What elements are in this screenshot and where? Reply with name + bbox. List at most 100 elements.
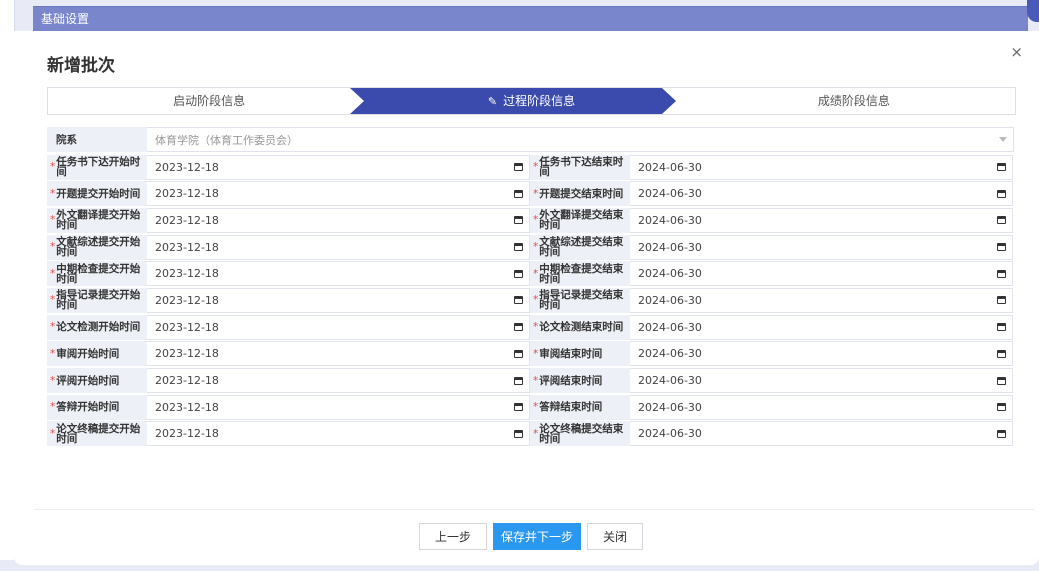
start-time-label: * 论文终稿提交开始时间 (47, 421, 147, 447)
chevron-down-icon (999, 137, 1007, 142)
required-mark: * (50, 347, 56, 360)
end-date-input[interactable]: 2024-06-30 (630, 421, 1013, 447)
start-date-input[interactable]: 2023-12-18 (147, 181, 530, 207)
required-mark: * (50, 401, 56, 414)
left-panel (0, 0, 15, 560)
end-time-label: * 审阅结束时间 (530, 341, 630, 367)
calendar-icon[interactable] (997, 429, 1006, 438)
calendar-icon[interactable] (997, 243, 1006, 252)
end-date-input[interactable]: 2024-06-30 (630, 368, 1013, 393)
calendar-icon[interactable] (514, 216, 523, 225)
calendar-icon[interactable] (514, 403, 523, 412)
end-time-label: * 文献综述提交结束时间 (530, 234, 630, 260)
date-row: * 任务书下达开始时间 2023-12-18 * 任务书下达结束时间 2024-06-30 (47, 154, 1014, 180)
footer-divider (34, 509, 1034, 510)
close-button[interactable]: 关闭 (587, 523, 644, 550)
save-next-button[interactable]: 保存并下一步 (493, 523, 582, 550)
date-row: * 指导记录提交开始时间 2023-12-18 * 指导记录提交结束时间 2024-06-… (47, 287, 1014, 313)
start-date-input[interactable]: 2023-12-18 (147, 261, 530, 287)
end-time-label: * 论文检测结束时间 (530, 314, 630, 340)
calendar-icon[interactable] (514, 243, 523, 252)
start-time-label: * 指导记录提交开始时间 (47, 287, 147, 313)
corner-decoration (1027, 0, 1039, 22)
date-row: * 论文终稿提交开始时间 2023-12-18 * 论文终稿提交结束时间 2024-06-… (47, 421, 1014, 447)
end-date-input[interactable]: 2024-06-30 (630, 341, 1013, 367)
start-time-label: * 论文检测开始时间 (47, 314, 147, 340)
close-icon[interactable]: × (1010, 43, 1023, 61)
calendar-icon[interactable] (514, 269, 523, 278)
end-date-input[interactable]: 2024-06-30 (630, 261, 1013, 287)
start-date-input[interactable]: 2023-12-18 (147, 368, 530, 393)
start-time-label: * 答辩开始时间 (47, 394, 147, 420)
department-select[interactable]: 体育学院（体育工作委员会） (147, 127, 1014, 152)
dialog-title: 新增批次 (47, 56, 115, 76)
calendar-icon[interactable] (997, 349, 1006, 358)
calendar-icon[interactable] (997, 269, 1006, 278)
end-date-input[interactable]: 2024-06-30 (630, 207, 1013, 233)
calendar-icon[interactable] (997, 296, 1006, 305)
end-date-input[interactable]: 2024-06-30 (630, 234, 1013, 260)
batch-form: 院系 体育学院（体育工作委员会） * 任务书下达开始时间 2023-12-18 * 任务… (47, 127, 1014, 448)
calendar-icon[interactable] (997, 216, 1006, 225)
required-mark: * (50, 214, 56, 227)
calendar-icon[interactable] (514, 323, 523, 332)
end-time-label: * 中期检查提交结束时间 (530, 261, 630, 287)
required-mark: * (533, 374, 539, 387)
department-row: 院系 体育学院（体育工作委员会） (47, 127, 1014, 152)
required-mark: * (50, 187, 56, 200)
start-date-input[interactable]: 2023-12-18 (147, 234, 530, 260)
required-mark: * (533, 294, 539, 307)
start-date-input[interactable]: 2023-12-18 (147, 207, 530, 233)
start-date-input[interactable]: 2023-12-18 (147, 154, 530, 180)
end-date-input[interactable]: 2024-06-30 (630, 181, 1013, 207)
start-time-label: * 文献综述提交开始时间 (47, 234, 147, 260)
step-grade[interactable]: 成绩阶段信息 (693, 88, 1015, 114)
required-mark: * (533, 427, 539, 440)
calendar-icon[interactable] (514, 349, 523, 358)
prev-step-button[interactable]: 上一步 (419, 523, 488, 550)
required-mark: * (533, 241, 539, 254)
required-mark: * (533, 214, 539, 227)
start-date-input[interactable]: 2023-12-18 (147, 394, 530, 420)
start-time-label: * 外文翻译提交开始时间 (47, 207, 147, 233)
required-mark: * (50, 161, 56, 173)
calendar-icon[interactable] (997, 403, 1006, 412)
calendar-icon[interactable] (514, 429, 523, 438)
required-mark: * (533, 321, 539, 334)
required-mark: * (50, 294, 56, 307)
start-date-input[interactable]: 2023-12-18 (147, 421, 530, 447)
calendar-icon[interactable] (514, 376, 523, 385)
date-row: * 外文翻译提交开始时间 2023-12-18 * 外文翻译提交结束时间 2024-06-… (47, 207, 1014, 233)
section-title: 基础设置 (41, 12, 90, 26)
step-start[interactable]: 启动阶段信息 (48, 88, 370, 114)
calendar-icon[interactable] (997, 376, 1006, 385)
end-time-label: * 答辩结束时间 (530, 394, 630, 420)
pencil-icon: ✎ (487, 95, 498, 108)
start-date-input[interactable]: 2023-12-18 (147, 287, 530, 313)
calendar-icon[interactable] (997, 323, 1006, 332)
end-date-input[interactable]: 2024-06-30 (630, 394, 1013, 420)
end-time-label: * 外文翻译提交结束时间 (530, 207, 630, 233)
start-date-input[interactable]: 2023-12-18 (147, 341, 530, 367)
required-mark: * (50, 321, 56, 334)
start-date-input[interactable]: 2023-12-18 (147, 314, 530, 340)
step-bar: 启动阶段信息 ✎ 过程阶段信息 成绩阶段信息 (47, 87, 1016, 115)
date-row: * 审阅开始时间 2023-12-18 * 审阅结束时间 2024-06-30 (47, 341, 1014, 367)
end-date-input[interactable]: 2024-06-30 (630, 314, 1013, 340)
end-time-label: * 开题提交结束时间 (530, 181, 630, 207)
calendar-icon[interactable] (514, 189, 523, 198)
calendar-icon[interactable] (514, 163, 523, 171)
calendar-icon[interactable] (514, 296, 523, 305)
calendar-icon[interactable] (997, 163, 1006, 171)
date-row: * 评阅开始时间 2023-12-18 * 评阅结束时间 2024-06-30 (47, 368, 1014, 393)
department-label: 院系 (47, 127, 147, 152)
step-process[interactable]: ✎ 过程阶段信息 (370, 88, 692, 114)
end-time-label: * 任务书下达结束时间 (530, 154, 630, 180)
required-mark: * (533, 187, 539, 200)
end-date-input[interactable]: 2024-06-30 (630, 287, 1013, 313)
end-time-label: * 论文终稿提交结束时间 (530, 421, 630, 447)
calendar-icon[interactable] (997, 189, 1006, 198)
end-time-label: * 评阅结束时间 (530, 368, 630, 393)
end-date-input[interactable]: 2024-06-30 (630, 154, 1013, 180)
start-time-label: * 审阅开始时间 (47, 341, 147, 367)
